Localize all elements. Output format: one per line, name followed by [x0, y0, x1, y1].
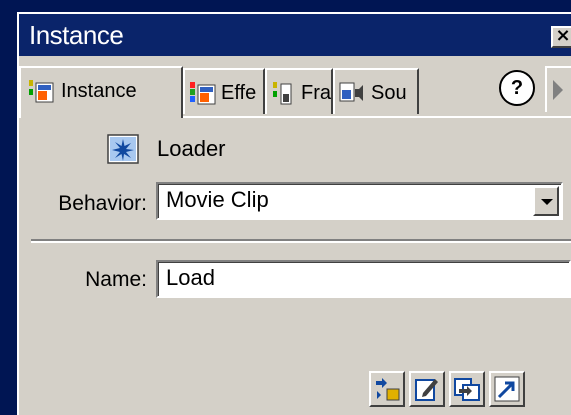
tab-instance-label: Instance: [61, 80, 137, 102]
instance-icon: [29, 80, 54, 103]
tab-strip: Instance Effe Fra Sou ?: [19, 66, 571, 126]
instance-name-value: Load: [166, 265, 215, 290]
panel-titlebar[interactable]: Instance: [19, 14, 571, 56]
close-icon: ×: [555, 25, 571, 46]
behavior-dropdown[interactable]: Movie Clip: [156, 182, 563, 220]
tab-scroll-right-button[interactable]: [545, 66, 571, 112]
name-label: Name:: [85, 268, 147, 291]
duplicate-symbol-button[interactable]: [449, 371, 485, 407]
behavior-dropdown-button[interactable]: [533, 186, 559, 216]
chevron-right-icon: [553, 80, 563, 100]
frame-icon: [273, 82, 292, 105]
instance-panel: Instance × Instance Effe Fra Sou ? Loade…: [17, 12, 571, 415]
effect-icon: [190, 82, 216, 105]
help-icon: ?: [510, 77, 524, 99]
instance-name-field[interactable]: Load: [156, 260, 571, 298]
tab-sound-label: Sou: [371, 82, 407, 104]
sound-icon: [339, 82, 363, 102]
behavior-label: Behavior:: [58, 192, 147, 215]
movie-clip-symbol-icon: [107, 134, 139, 164]
edit-symbol-button[interactable]: [409, 371, 445, 407]
tab-frame-label: Fra: [301, 82, 331, 104]
help-button[interactable]: ?: [499, 70, 535, 106]
tab-effect[interactable]: Effe: [183, 68, 265, 114]
panel-title: Instance: [29, 20, 124, 50]
tab-frame[interactable]: Fra: [265, 68, 333, 114]
edit-actions-icon: [494, 376, 520, 402]
close-button[interactable]: ×: [551, 26, 571, 48]
symbol-name: Loader: [157, 136, 226, 161]
tab-sound[interactable]: Sou: [333, 68, 419, 114]
edit-symbol-icon: [415, 379, 438, 401]
duplicate-symbol-icon: [454, 378, 480, 401]
tab-instance[interactable]: Instance: [19, 66, 183, 118]
behavior-value: Movie Clip: [166, 187, 269, 212]
tab-effect-label: Effe: [221, 82, 257, 104]
edit-actions-button[interactable]: [489, 371, 525, 407]
swap-symbol-icon: [376, 378, 400, 401]
swap-symbol-button[interactable]: [369, 371, 405, 407]
chevron-down-icon: [541, 199, 553, 205]
separator: [31, 239, 571, 243]
